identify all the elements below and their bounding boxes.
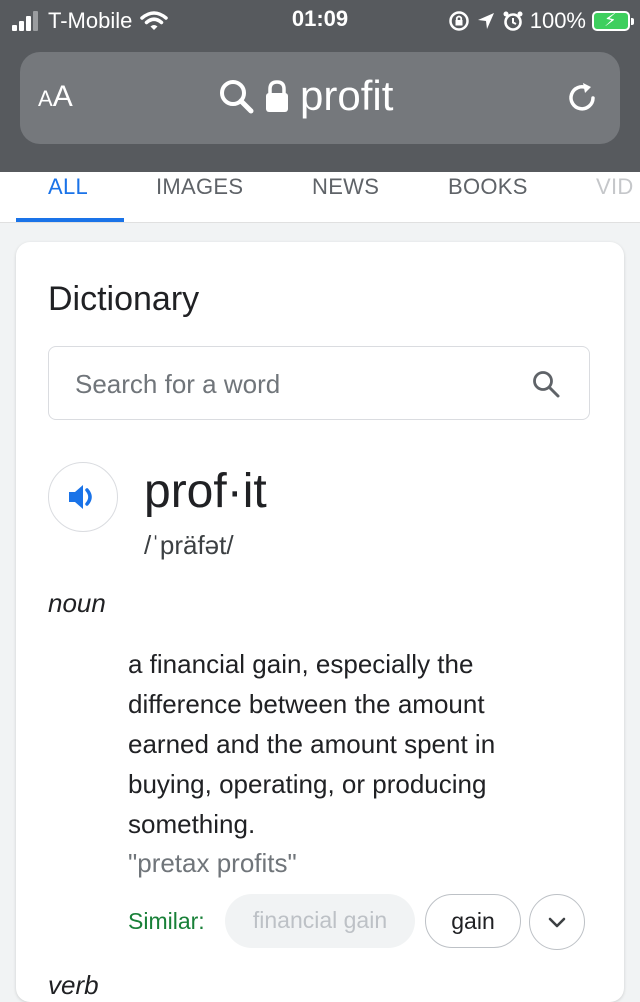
speaker-icon <box>69 485 92 509</box>
address-bar[interactable]: AA profit <box>20 52 620 144</box>
chevron-down-icon <box>548 917 566 928</box>
status-bar: T-Mobile 01:09 100% ⚡ <box>0 0 640 42</box>
similar-chip-gain[interactable]: gain <box>425 894 521 948</box>
definition-text: a financial gain, especially the differe… <box>128 649 496 839</box>
lock-icon <box>266 80 288 112</box>
phonetic-spelling: /ˈpräfət/ <box>144 530 234 560</box>
tab-books[interactable]: BOOKS <box>448 174 528 200</box>
battery-percent: 100% <box>529 8 586 33</box>
word-search-box[interactable] <box>48 346 590 420</box>
example-text: "pretax profits" <box>128 848 297 878</box>
search-icon[interactable] <box>531 369 561 399</box>
tab-images[interactable]: IMAGES <box>156 174 243 200</box>
orientation-lock-icon <box>448 11 469 31</box>
address-text: profit <box>300 72 394 119</box>
tab-news[interactable]: NEWS <box>312 174 379 200</box>
tab-videos[interactable]: VID <box>596 174 634 200</box>
dictionary-card: Dictionary prof·it /ˈpräfət/ noun a fina… <box>16 242 624 1002</box>
alarm-icon <box>503 11 523 31</box>
search-icon <box>220 80 254 114</box>
reader-options-button[interactable]: AA <box>38 80 73 114</box>
reload-icon[interactable] <box>564 80 600 116</box>
battery-icon: ⚡ <box>592 10 634 31</box>
search-tabs: ALL IMAGES NEWS BOOKS VID <box>0 172 640 223</box>
similar-chip-financial-gain[interactable]: financial gain <box>225 894 415 948</box>
selected-tab-indicator <box>16 218 124 222</box>
headword: prof·it <box>144 465 267 518</box>
pronounce-button[interactable] <box>48 462 118 532</box>
location-icon <box>477 13 494 29</box>
word-search-input[interactable] <box>73 365 517 403</box>
card-title: Dictionary <box>48 280 200 318</box>
tab-all[interactable]: ALL <box>48 174 88 200</box>
part-of-speech: noun <box>48 588 106 618</box>
expand-similar-button[interactable] <box>529 894 585 950</box>
browser-chrome: T-Mobile 01:09 100% ⚡ AA profit <box>0 0 640 172</box>
similar-label: Similar: <box>128 908 205 934</box>
